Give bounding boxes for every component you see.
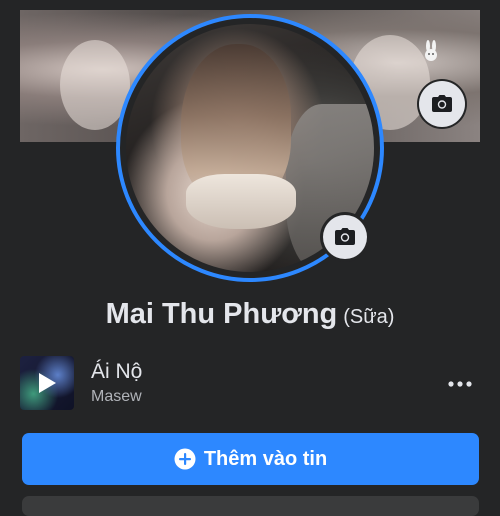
play-icon (39, 373, 56, 393)
profile-nickname: (Sữa) (343, 306, 395, 328)
more-horizontal-icon (448, 381, 472, 387)
song-title: Ái Nộ (91, 360, 143, 383)
add-to-story-label: Thêm vào tin (203, 447, 328, 470)
camera-icon (432, 95, 452, 112)
profile-name-row: Mai Thu Phương (Sữa) (0, 298, 500, 331)
next-action-button[interactable] (22, 496, 479, 516)
album-art[interactable] (20, 356, 74, 410)
profile-name: Mai Thu Phương (105, 298, 338, 330)
cover-camera-button[interactable] (419, 81, 465, 127)
profile-music-row[interactable]: Ái Nộ Masew (20, 356, 480, 412)
profile-camera-button[interactable] (323, 215, 367, 259)
add-to-story-button[interactable]: Thêm vào tin (22, 433, 479, 485)
bunny-sticker-icon (425, 40, 437, 61)
plus-circle-icon (174, 448, 196, 470)
more-options-button[interactable] (445, 372, 475, 396)
song-artist: Masew (91, 388, 142, 405)
camera-icon (335, 228, 355, 245)
